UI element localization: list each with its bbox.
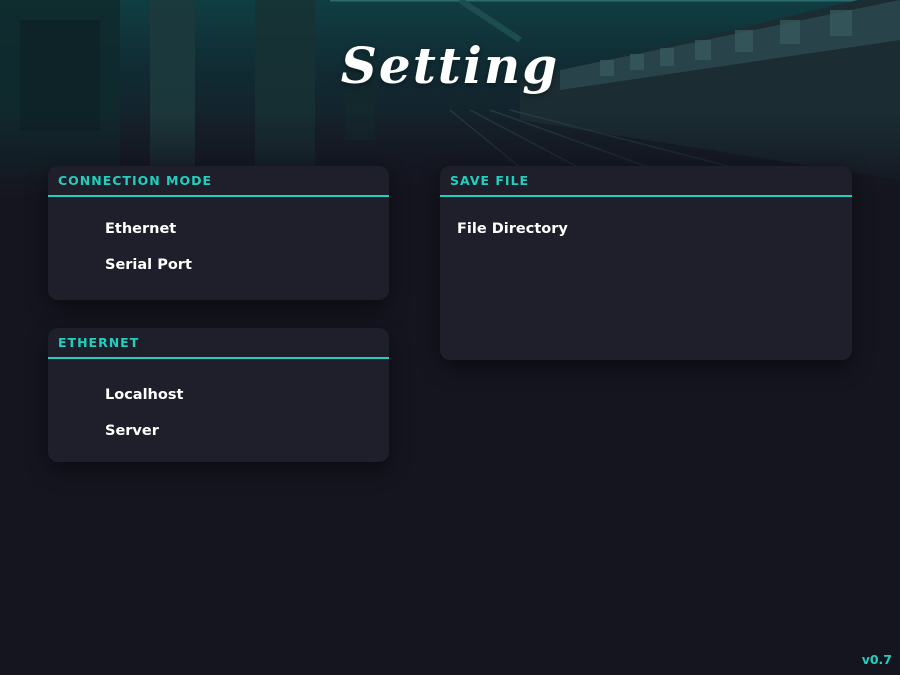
option-file-directory[interactable]: File Directory — [457, 221, 568, 237]
save-file-panel: SAVE FILE File Directory — [440, 166, 852, 360]
ethernet-panel: ETHERNET Localhost Server — [48, 328, 389, 462]
connection-mode-header: CONNECTION MODE — [48, 166, 389, 197]
save-file-header: SAVE FILE — [440, 166, 852, 197]
option-serial-port[interactable]: Serial Port — [105, 257, 192, 273]
option-localhost[interactable]: Localhost — [105, 387, 183, 403]
page-title: Setting — [340, 36, 560, 95]
ethernet-header: ETHERNET — [48, 328, 389, 359]
version-label: v0.7 — [861, 652, 892, 667]
connection-mode-panel: CONNECTION MODE Ethernet Serial Port — [48, 166, 389, 300]
option-ethernet[interactable]: Ethernet — [105, 221, 176, 237]
option-server[interactable]: Server — [105, 423, 159, 439]
